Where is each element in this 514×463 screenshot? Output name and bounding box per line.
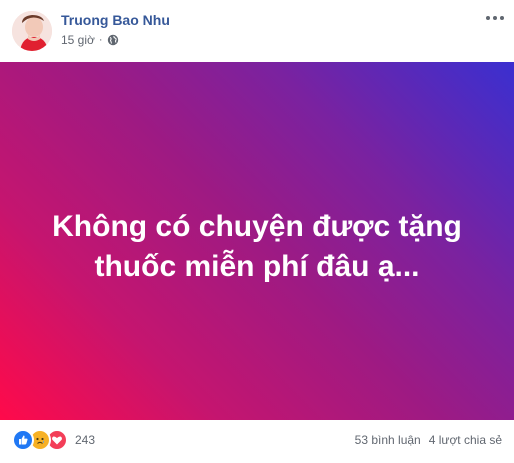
comments-count-link[interactable]: 53 bình luận	[355, 433, 421, 447]
post-content-line-1: Không có chuyện được tặng	[52, 210, 462, 243]
avatar-image	[12, 11, 52, 51]
reactions-summary[interactable]: 243	[12, 429, 95, 451]
author-name-link[interactable]: Truong Bao Nhu	[61, 12, 170, 28]
shares-count-link[interactable]: 4 lượt chia sẻ	[429, 433, 502, 447]
post-card: Truong Bao Nhu 15 giờ · Không có chuyện …	[0, 0, 514, 463]
reaction-count[interactable]: 243	[75, 433, 95, 447]
post-stats: 53 bình luận 4 lượt chia sẻ	[355, 433, 502, 447]
avatar[interactable]	[12, 11, 52, 51]
post-colored-background: Không có chuyện được tặng thuốc miễn phí…	[0, 62, 514, 420]
post-meta: 15 giờ ·	[61, 33, 119, 47]
meta-separator: ·	[98, 34, 103, 46]
more-options-icon[interactable]	[484, 10, 506, 26]
globe-icon[interactable]	[107, 34, 119, 46]
post-content-text: Không có chuyện được tặng thuốc miễn phí…	[20, 207, 494, 287]
post-time-link[interactable]: 15 giờ	[61, 33, 95, 47]
post-footer: 243 53 bình luận 4 lượt chia sẻ	[0, 420, 514, 463]
like-icon	[12, 429, 34, 451]
post-header: Truong Bao Nhu 15 giờ ·	[0, 0, 514, 60]
post-content-line-2: thuốc miễn phí đâu ạ...	[94, 250, 420, 283]
